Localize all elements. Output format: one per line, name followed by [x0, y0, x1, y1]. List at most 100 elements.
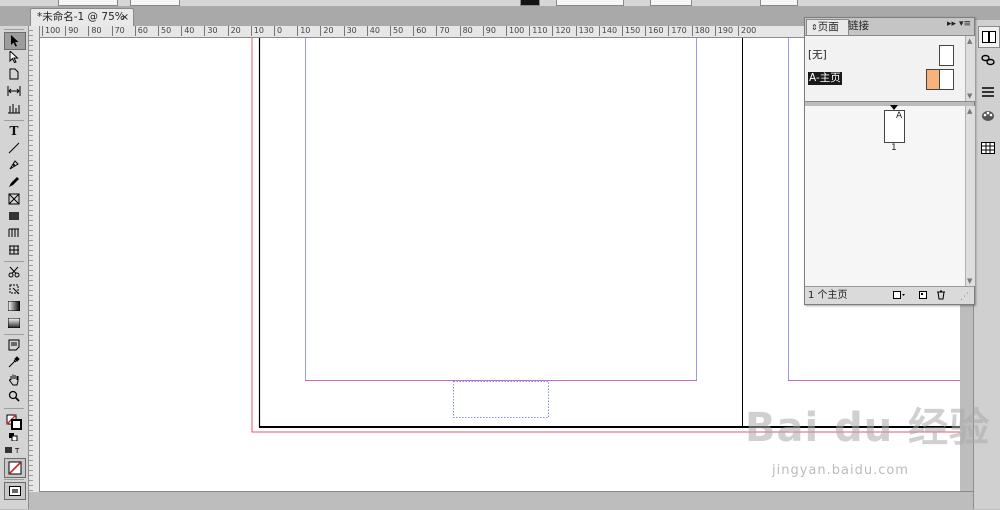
masters-scrollbar[interactable]: ▲ ▼ — [965, 36, 975, 101]
watermark-url: jingyan.baidu.com — [772, 463, 909, 478]
vertical-grid-tool-icon[interactable] — [4, 242, 24, 258]
pencil-tool-icon[interactable] — [4, 174, 24, 190]
edit-page-size-icon[interactable] — [893, 289, 907, 306]
ruler-tick-label: 100 — [41, 26, 61, 36]
scroll-down-icon[interactable]: ▼ — [967, 277, 972, 285]
pages-scrollbar[interactable]: ▲ ▼ — [965, 106, 975, 286]
links-panel-icon[interactable] — [978, 50, 998, 70]
screen-mode-icon[interactable] — [4, 482, 26, 500]
vertical-ruler[interactable] — [29, 26, 40, 492]
ruler-tick-label: 120 — [552, 26, 571, 36]
swatches-panel-icon[interactable] — [978, 106, 998, 126]
scroll-up-icon[interactable]: ▲ — [967, 107, 972, 115]
svg-text:T: T — [14, 447, 20, 454]
swap-fill-stroke-icon[interactable] — [4, 432, 24, 442]
stroke-panel-icon[interactable] — [978, 82, 998, 102]
ruler-tick-label: 180 — [691, 26, 710, 36]
resize-grip-icon[interactable]: ⋰ — [960, 289, 969, 306]
text-frame[interactable] — [453, 381, 549, 418]
ruler-tick-label: 40 — [181, 26, 195, 36]
line-tool-icon[interactable] — [4, 140, 24, 156]
ruler-tick-label: 100 — [505, 26, 525, 36]
ruler-tick-label: 90 — [482, 26, 496, 36]
zoom-tool-icon[interactable] — [4, 388, 24, 404]
ruler-tick-label: 0 — [273, 26, 283, 36]
pages-panel: ⇕页面 链接 ▸▸ ▾≡ [无] A-主页 ▲ ▼ A 1 ▲ ▼ 1 个主页 — [804, 17, 975, 305]
margin-guide — [305, 38, 697, 381]
toolbox-divider — [4, 261, 24, 262]
tab-pages[interactable]: ⇕页面 — [806, 19, 849, 35]
new-page-icon[interactable] — [918, 289, 928, 306]
collapse-panel-icon[interactable]: ▸▸ — [947, 19, 956, 29]
gap-tool-icon[interactable] — [4, 83, 24, 99]
document-tab[interactable]: *未命名-1 @ 75% × — [30, 8, 134, 27]
master-thumbnail — [939, 45, 954, 66]
master-name: [无] — [808, 49, 827, 61]
tab-links-label: 链接 — [848, 20, 869, 32]
ruler-tick-label: 40 — [366, 26, 380, 36]
ruler-tick-label: 10 — [250, 26, 264, 36]
apply-none-icon[interactable] — [4, 458, 26, 478]
rectangle-frame-tool-icon[interactable] — [4, 191, 24, 207]
pages-section: A 1 — [805, 105, 965, 286]
ruler-tick-label: 60 — [413, 26, 427, 36]
tab-links[interactable]: 链接 — [844, 19, 880, 34]
ruler-tick-label: 90 — [65, 26, 79, 36]
master-item-a[interactable]: A-主页 — [807, 68, 963, 90]
ruler-tick-label: 20 — [320, 26, 334, 36]
document-tab-title: *未命名-1 @ 75% — [37, 11, 125, 23]
free-transform-tool-icon[interactable] — [4, 281, 24, 297]
horizontal-grid-tool-icon[interactable] — [4, 225, 24, 241]
hand-tool-icon[interactable] — [4, 371, 24, 387]
content-collector-tool-icon[interactable] — [4, 100, 24, 116]
scroll-up-icon[interactable]: ▲ — [967, 37, 972, 45]
horizontal-scrollbar[interactable] — [40, 491, 973, 510]
pen-tool-icon[interactable] — [4, 157, 24, 173]
close-icon[interactable]: × — [121, 9, 129, 26]
ruler-tick-label: 80 — [459, 26, 473, 36]
eyedropper-tool-icon[interactable] — [4, 354, 24, 370]
ruler-tick-label: 50 — [389, 26, 404, 36]
scroll-down-icon[interactable]: ▼ — [967, 92, 972, 100]
page-tool-icon[interactable] — [4, 66, 24, 82]
pages-panel-icon[interactable] — [978, 26, 1000, 48]
rectangle-tool-icon[interactable] — [4, 208, 24, 224]
ruler-tick-label: 110 — [529, 26, 548, 36]
master-item-none[interactable]: [无] — [807, 44, 963, 66]
scissors-tool-icon[interactable] — [4, 264, 24, 280]
ruler-tick-label: 140 — [598, 26, 618, 36]
ruler-tick-label: 50 — [157, 26, 172, 36]
ruler-tick-label: 70 — [111, 26, 125, 36]
fill-stroke-icon[interactable] — [4, 412, 24, 432]
ruler-tick-label: 170 — [668, 26, 687, 36]
ruler-tick-label: 20 — [227, 26, 241, 36]
master-name: A-主页 — [808, 72, 842, 85]
toolbox-divider — [4, 334, 24, 335]
panel-menu-icon[interactable]: ▾≡ — [959, 19, 971, 29]
page-number-label: 1 — [891, 143, 897, 153]
ruler-tick-label: 190 — [714, 26, 734, 36]
delete-page-icon[interactable] — [936, 289, 946, 306]
ruler-tick-label: 10 — [297, 26, 311, 36]
type-tool-icon[interactable]: T — [4, 123, 24, 139]
ruler-tick-label: 30 — [343, 26, 357, 36]
sort-icon: ⇕ — [811, 23, 818, 32]
tab-pages-label: 页面 — [817, 21, 839, 33]
master-thumbnail-right — [939, 69, 954, 90]
toolbox: T T — [0, 26, 29, 509]
toolbox-divider — [4, 120, 24, 121]
gradient-feather-tool-icon[interactable] — [4, 315, 24, 331]
direct-selection-tool-icon[interactable] — [4, 49, 24, 65]
ruler-tick-label: 60 — [134, 26, 148, 36]
ruler-tick-label: 160 — [645, 26, 664, 36]
ruler-tick-label: 30 — [204, 26, 218, 36]
selection-tool-icon[interactable] — [4, 32, 26, 50]
gradient-swatch-tool-icon[interactable] — [4, 298, 24, 314]
note-tool-icon[interactable] — [4, 337, 24, 353]
ruler-tick-label: 150 — [621, 26, 641, 36]
formatting-affects-container-icon[interactable]: T — [4, 444, 24, 456]
ruler-tick-label: 80 — [88, 26, 102, 36]
ruler-tick-label: 130 — [575, 26, 594, 36]
panel-footer: 1 个主页 ⋰ — [805, 286, 974, 304]
table-panel-icon[interactable] — [978, 138, 998, 158]
